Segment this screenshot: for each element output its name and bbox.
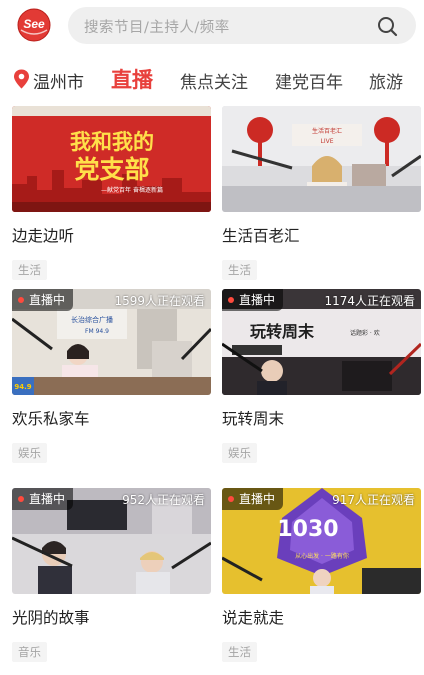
app-logo[interactable]: See [15, 8, 53, 42]
category-tag: 生活 [12, 260, 47, 280]
logo-icon: See [17, 8, 51, 42]
program-card[interactable]: 1030 从心出发 · 一路有你 直播中 917人正在观看 说走就走 生活 [222, 488, 421, 662]
program-thumbnail[interactable]: 1030 从心出发 · 一路有你 直播中 917人正在观看 [222, 488, 421, 594]
live-label: 直播中 [29, 293, 66, 307]
svg-text:话题彩 · 欢: 话题彩 · 欢 [350, 329, 380, 337]
location-pin-icon[interactable] [13, 69, 30, 89]
category-nav: 温州市 直播 焦点关注 建党百年 旅游 [0, 52, 424, 104]
viewer-count: 917人正在观看 [332, 493, 415, 507]
viewer-count: 1174人正在观看 [324, 294, 415, 308]
svg-text:LIVE: LIVE [320, 138, 333, 145]
viewer-count: 1599人正在观看 [114, 294, 205, 308]
svg-text:94.9: 94.9 [14, 383, 31, 391]
program-thumbnail[interactable]: 我和我的 党支部 —献党百年 奋楫逐新篇 [12, 106, 211, 212]
tab-focus[interactable]: 焦点关注 [180, 68, 248, 93]
program-title[interactable]: 说走就走 [222, 606, 421, 628]
tab-party-centennial[interactable]: 建党百年 [275, 68, 343, 93]
program-thumbnail[interactable]: 生活百老汇 LIVE [222, 106, 421, 212]
viewer-count: 952人正在观看 [122, 493, 205, 507]
search-icon[interactable] [376, 15, 398, 37]
live-dot-icon [18, 297, 24, 303]
category-tag: 娱乐 [12, 443, 47, 463]
live-badge: 直播中 [222, 488, 284, 510]
svg-text:1030: 1030 [277, 517, 338, 542]
program-thumbnail[interactable]: 直播中 952人正在观看 [12, 488, 211, 594]
live-dot-icon [18, 496, 24, 502]
live-dot-icon [228, 297, 234, 303]
svg-text:我和我的: 我和我的 [70, 130, 154, 154]
category-tag: 生活 [222, 260, 257, 280]
app-header: See 搜索节目/主持人/频率 [0, 0, 424, 52]
svg-text:玩转周末: 玩转周末 [250, 322, 315, 341]
program-title[interactable]: 生活百老汇 [222, 224, 421, 246]
live-label: 直播中 [239, 492, 276, 506]
svg-text:长治综合广播: 长治综合广播 [71, 315, 113, 324]
tab-travel[interactable]: 旅游 [369, 68, 403, 93]
live-label: 直播中 [239, 293, 276, 307]
live-badge: 直播中 [222, 289, 284, 311]
svg-text:—献党百年 奋楫逐新篇: —献党百年 奋楫逐新篇 [101, 186, 163, 194]
thumbnail-image: 我和我的 党支部 —献党百年 奋楫逐新篇 [12, 106, 211, 212]
live-dot-icon [228, 496, 234, 502]
program-title[interactable]: 欢乐私家车 [12, 407, 211, 429]
program-thumbnail[interactable]: 玩转周末 话题彩 · 欢 直播中 1174人正在观看 [222, 289, 421, 395]
svg-text:党支部: 党支部 [74, 155, 149, 184]
category-tag: 生活 [222, 642, 257, 662]
program-card[interactable]: 生活百老汇 LIVE 生活百老汇 生活 [222, 106, 421, 280]
svg-text:See: See [23, 17, 45, 31]
tab-live[interactable]: 直播 [111, 64, 153, 94]
program-card[interactable]: 我和我的 党支部 —献党百年 奋楫逐新篇 边走边听 生活 [12, 106, 211, 280]
search-placeholder: 搜索节目/主持人/频率 [84, 20, 230, 36]
program-card[interactable]: 长治综合广播 FM 94.9 94.9 直播中 1599人正在观看 欢乐私家车 … [12, 289, 211, 463]
live-badge: 直播中 [12, 488, 74, 510]
program-title[interactable]: 边走边听 [12, 224, 211, 246]
live-badge: 直播中 [12, 289, 74, 311]
program-card[interactable]: 直播中 952人正在观看 光阴的故事 音乐 [12, 488, 211, 662]
category-tag: 娱乐 [222, 443, 257, 463]
program-thumbnail[interactable]: 长治综合广播 FM 94.9 94.9 直播中 1599人正在观看 [12, 289, 211, 395]
thumbnail-image: 生活百老汇 LIVE [222, 106, 421, 212]
svg-text:从心出发 · 一路有你: 从心出发 · 一路有你 [295, 552, 349, 560]
svg-text:FM 94.9: FM 94.9 [85, 328, 109, 335]
city-selector[interactable]: 温州市 [33, 68, 84, 93]
live-label: 直播中 [29, 492, 66, 506]
svg-text:生活百老汇: 生活百老汇 [312, 127, 342, 135]
program-title[interactable]: 光阴的故事 [12, 606, 211, 628]
category-tag: 音乐 [12, 642, 47, 662]
program-title[interactable]: 玩转周末 [222, 407, 421, 429]
search-bar[interactable]: 搜索节目/主持人/频率 [68, 7, 416, 44]
program-card[interactable]: 玩转周末 话题彩 · 欢 直播中 1174人正在观看 玩转周末 娱乐 [222, 289, 421, 463]
